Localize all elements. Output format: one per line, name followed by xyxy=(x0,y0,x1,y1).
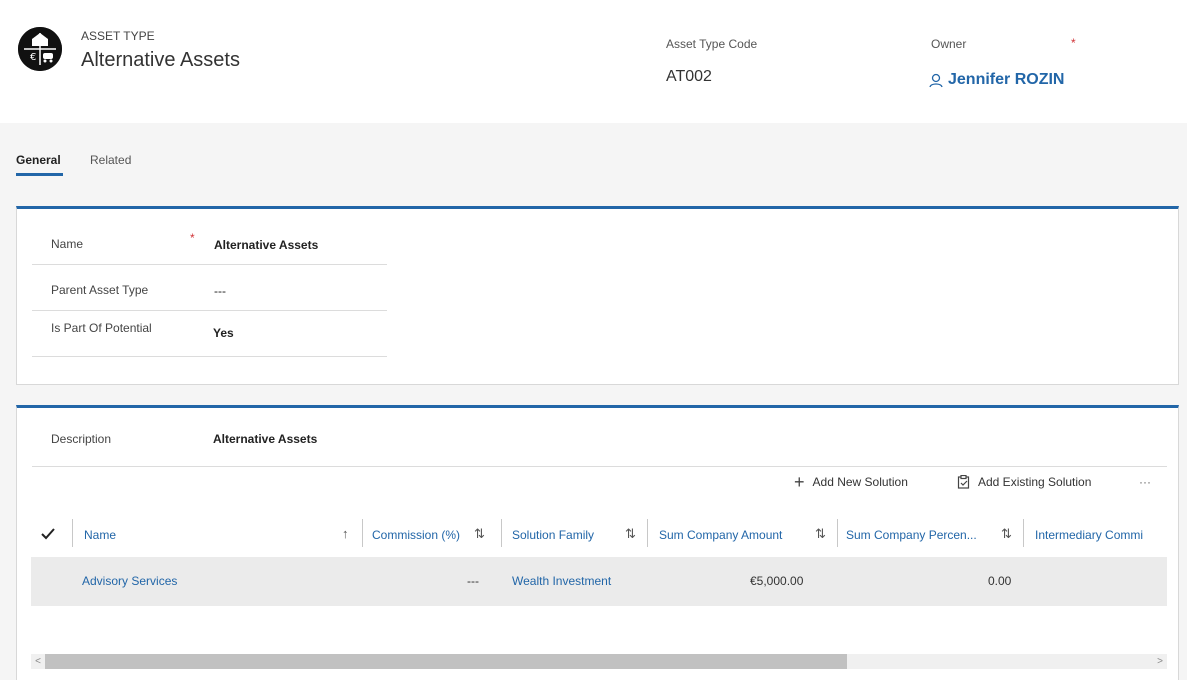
record-title: Alternative Assets xyxy=(81,49,240,71)
row-sum-company-amount: €5,000.00 xyxy=(750,574,804,588)
tab-related[interactable]: Related xyxy=(90,153,131,167)
name-label: Name xyxy=(51,237,84,251)
column-header-intermediary-commission[interactable]: Intermediary Commi xyxy=(1035,528,1143,542)
add-new-solution-label: Add New Solution xyxy=(812,475,908,489)
tab-general[interactable]: General xyxy=(16,153,61,167)
sort-toggle-icon[interactable]: ⇅ xyxy=(815,526,826,542)
row-name-link[interactable]: Advisory Services xyxy=(82,574,177,588)
grid-header: Name ↑ Commission (%) ⇅ Solution Family … xyxy=(31,511,1167,557)
parent-label: Parent Asset Type xyxy=(51,283,149,297)
general-section: Name * Alternative Assets Parent Asset T… xyxy=(16,206,1179,385)
scroll-left-icon[interactable]: < xyxy=(31,654,45,669)
tab-bar: General Related xyxy=(0,123,1187,183)
active-tab-indicator xyxy=(16,173,63,176)
row-solution-family-link[interactable]: Wealth Investment xyxy=(512,574,611,588)
owner-label: Owner xyxy=(931,37,967,51)
entity-type-label: ASSET TYPE xyxy=(81,29,155,43)
name-required-marker: * xyxy=(190,231,195,245)
row-commission: --- xyxy=(467,574,479,588)
select-all-checkmark-icon[interactable] xyxy=(41,528,55,540)
plus-icon: + xyxy=(794,472,805,492)
parent-value[interactable]: --- xyxy=(214,284,226,298)
scroll-right-icon[interactable]: > xyxy=(1153,654,1167,669)
scrollbar-thumb[interactable] xyxy=(45,654,847,669)
potential-value[interactable]: Yes xyxy=(213,326,234,340)
column-header-name[interactable]: Name xyxy=(84,528,116,542)
grid-horizontal-scrollbar[interactable]: < > xyxy=(31,654,1167,669)
asset-code-value: AT002 xyxy=(666,68,712,85)
clipboard-icon xyxy=(957,475,970,489)
table-row[interactable]: Advisory Services --- Wealth Investment … xyxy=(31,557,1167,606)
more-commands-button[interactable]: ··· xyxy=(1139,475,1151,489)
field-row-parent: Parent Asset Type --- xyxy=(32,264,387,311)
column-header-sum-company-amount[interactable]: Sum Company Amount xyxy=(659,528,782,542)
field-row-name: Name * Alternative Assets xyxy=(32,218,387,265)
asset-code-label: Asset Type Code xyxy=(666,37,758,51)
sort-toggle-icon[interactable]: ⇅ xyxy=(625,526,636,542)
sort-toggle-icon[interactable]: ⇅ xyxy=(1001,526,1012,542)
sort-ascending-icon[interactable]: ↑ xyxy=(342,526,349,541)
record-header: € ASSET TYPE Alternative Assets Asset Ty… xyxy=(0,0,1187,123)
name-value[interactable]: Alternative Assets xyxy=(214,238,318,252)
column-separator xyxy=(837,519,838,547)
column-separator xyxy=(647,519,648,547)
add-existing-solution-button[interactable]: Add Existing Solution xyxy=(957,475,1091,489)
column-separator xyxy=(1023,519,1024,547)
add-new-solution-button[interactable]: + Add New Solution xyxy=(794,472,908,492)
potential-label: Is Part Of Potential xyxy=(51,321,152,335)
field-row-description: Description Alternative Assets xyxy=(32,408,1167,467)
column-separator xyxy=(501,519,502,547)
svg-text:€: € xyxy=(30,52,36,63)
add-existing-solution-label: Add Existing Solution xyxy=(978,475,1092,489)
asset-type-icon: € xyxy=(18,27,62,71)
column-header-commission[interactable]: Commission (%) xyxy=(372,528,460,542)
owner-name: Jennifer ROZIN xyxy=(948,71,1065,88)
person-icon xyxy=(929,73,943,88)
field-row-potential: Is Part Of Potential Yes xyxy=(32,310,387,357)
column-separator xyxy=(72,519,73,547)
owner-required-marker: * xyxy=(1071,36,1076,50)
description-label: Description xyxy=(51,432,112,446)
sort-toggle-icon[interactable]: ⇅ xyxy=(474,526,485,542)
description-value[interactable]: Alternative Assets xyxy=(213,432,317,446)
column-header-solution-family[interactable]: Solution Family xyxy=(512,528,594,542)
owner-link[interactable]: Jennifer ROZIN xyxy=(928,71,1064,89)
column-separator xyxy=(362,519,363,547)
column-header-sum-company-percent[interactable]: Sum Company Percen... xyxy=(846,528,977,542)
row-sum-company-percent: 0.00 xyxy=(988,574,1012,588)
